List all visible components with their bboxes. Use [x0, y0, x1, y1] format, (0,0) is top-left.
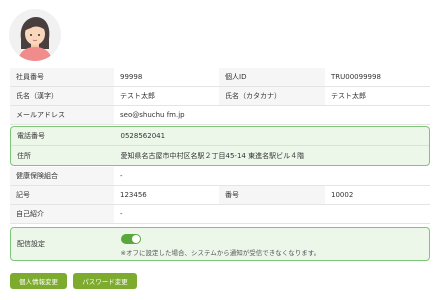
table-row: 住所 愛知県名古屋市中村区名駅２丁目45-14 東進名駅ビル４階 [11, 146, 429, 165]
phone-value: 0528562041 [120, 132, 166, 140]
name-kana-value: テスト太郎 [325, 87, 430, 105]
symbol-label: 記号 [10, 186, 114, 204]
employee-number-value: 99998 [114, 68, 219, 86]
table-row: 氏名（漢字） テスト太郎 氏名（カタカナ） テスト太郎 [10, 87, 430, 106]
table-row: 健康保険組合 - [10, 167, 430, 186]
intro-label: 自己紹介 [10, 205, 114, 223]
delivery-toggle[interactable] [120, 233, 141, 244]
edit-profile-button[interactable]: 個人情報変更 [10, 273, 67, 289]
address-value: 愛知県名古屋市中村区名駅２丁目45-14 東進名駅ビル４階 [120, 151, 305, 160]
insurance-value: - [114, 167, 430, 185]
user-avatar-icon [9, 9, 61, 61]
name-kana-label: 氏名（カタカナ） [219, 87, 325, 105]
personal-id-label: 個人ID [219, 68, 325, 86]
change-password-button[interactable]: パスワード変更 [73, 273, 137, 289]
table-row: 電話番号 0528562041 [11, 127, 429, 146]
table-row: 配信設定 ※オフに設定した場合、システムから通知が受信できなくなります。 [11, 228, 429, 260]
number-label: 番号 [219, 186, 325, 204]
email-label: メールアドレス [10, 106, 114, 124]
address-label: 住所 [17, 151, 31, 160]
intro-value: - [114, 205, 430, 223]
profile-table: 社員番号 99998 個人ID TRU00099998 氏名（漢字） テスト太郎… [10, 68, 430, 262]
insurance-label: 健康保険組合 [10, 167, 114, 185]
email-value: seo@shuchu fm.jp [114, 106, 430, 124]
table-row: 記号 123456 番号 10002 [10, 186, 430, 205]
phone-label: 電話番号 [17, 132, 45, 140]
delivery-label: 配信設定 [17, 240, 45, 248]
delivery-note: ※オフに設定した場合、システムから通知が受信できなくなります。 [120, 248, 321, 257]
name-kanji-value: テスト太郎 [114, 87, 219, 105]
contact-highlight-group: 電話番号 0528562041 住所 愛知県名古屋市中村区名駅２丁目45-14 … [10, 126, 430, 166]
name-kanji-label: 氏名（漢字） [10, 87, 114, 105]
employee-number-label: 社員番号 [10, 68, 114, 86]
table-row: メールアドレス seo@shuchu fm.jp [10, 106, 430, 125]
delivery-value: ※オフに設定した場合、システムから通知が受信できなくなります。 [115, 228, 429, 260]
table-row: 自己紹介 - [10, 205, 430, 224]
profile-page: 社員番号 99998 個人ID TRU00099998 氏名（漢字） テスト太郎… [0, 0, 446, 300]
table-row: 社員番号 99998 個人ID TRU00099998 [10, 68, 430, 87]
number-value: 10002 [325, 186, 430, 204]
avatar [9, 9, 61, 61]
symbol-value: 123456 [114, 186, 219, 204]
personal-id-value: TRU00099998 [325, 68, 430, 86]
delivery-highlight-group: 配信設定 ※オフに設定した場合、システムから通知が受信できなくなります。 [10, 227, 430, 261]
